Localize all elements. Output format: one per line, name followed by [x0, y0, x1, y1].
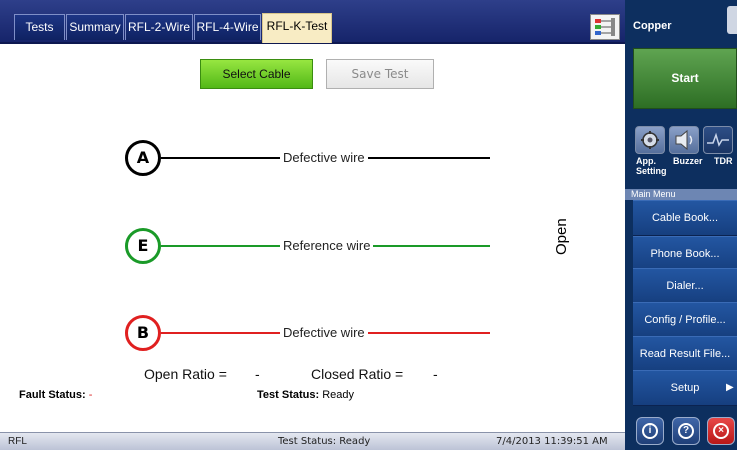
- tab-rfl-4-wire[interactable]: RFL-4-Wire: [194, 14, 261, 40]
- help-button[interactable]: ?: [672, 417, 700, 445]
- menu-config-profile[interactable]: Config / Profile...: [633, 302, 737, 338]
- start-button[interactable]: Start: [633, 48, 737, 109]
- fault-status-value: -: [88, 389, 93, 401]
- main-menu-header: Main Menu: [625, 189, 737, 200]
- tdr-label: TDR: [714, 156, 733, 166]
- statusbar-module: RFL: [8, 436, 27, 447]
- select-cable-button[interactable]: Select Cable: [200, 59, 313, 89]
- fault-status: Fault Status: -: [19, 389, 92, 401]
- battery-icon: [727, 6, 737, 34]
- open-ratio-label: Open Ratio =: [144, 366, 227, 382]
- closed-ratio-value: -: [433, 366, 438, 382]
- app-setting-label: App. Setting: [636, 156, 667, 176]
- statusbar-datetime: 7/4/2013 11:39:51 AM: [496, 436, 608, 447]
- wire-a-row: A Defective wire: [125, 140, 490, 176]
- wire-e-label: Reference wire: [280, 237, 374, 255]
- closed-ratio-label: Closed Ratio =: [311, 366, 404, 382]
- menu-cable-book[interactable]: Cable Book...: [633, 200, 737, 236]
- menu-phone-book[interactable]: Phone Book...: [633, 236, 737, 272]
- info-button[interactable]: i: [636, 417, 664, 445]
- help-icon: ?: [678, 423, 694, 439]
- test-status-value: Ready: [322, 389, 354, 401]
- menu-setup-label: Setup: [670, 382, 700, 394]
- panel-title: Copper: [633, 20, 672, 32]
- save-test-button[interactable]: Save Test: [326, 59, 434, 89]
- close-button[interactable]: ×: [707, 417, 735, 445]
- open-ratio-value: -: [255, 366, 260, 382]
- chevron-right-icon: ▶: [726, 382, 734, 393]
- test-status-label: Test Status:: [257, 389, 320, 401]
- buzzer-label: Buzzer: [673, 156, 703, 166]
- menu-read-result-file[interactable]: Read Result File...: [633, 336, 737, 372]
- open-indicator: Open: [553, 218, 570, 255]
- fault-status-label: Fault Status:: [19, 389, 86, 401]
- settings-icon[interactable]: [635, 126, 665, 154]
- close-icon: ×: [713, 423, 729, 439]
- menu-setup[interactable]: Setup ▶: [633, 370, 737, 406]
- wire-b-terminal: B: [125, 315, 161, 351]
- wire-a-label: Defective wire: [280, 149, 368, 167]
- test-status: Test Status: Ready: [257, 389, 354, 401]
- tdr-icon[interactable]: [703, 126, 733, 154]
- tab-rfl-k-test[interactable]: RFL-K-Test: [262, 13, 332, 43]
- wire-e-terminal: E: [125, 228, 161, 264]
- tab-bar: Tests Summary RFL-2-Wire RFL-4-Wire RFL-…: [0, 0, 625, 44]
- status-bar: RFL Test Status: Ready 7/4/2013 11:39:51…: [0, 432, 625, 450]
- buzzer-icon[interactable]: [669, 126, 699, 154]
- tab-tests[interactable]: Tests: [14, 14, 65, 40]
- wire-e-row: E Reference wire: [125, 228, 490, 264]
- info-icon: i: [642, 423, 658, 439]
- wire-b-row: B Defective wire: [125, 315, 490, 351]
- tab-rfl-2-wire[interactable]: RFL-2-Wire: [125, 14, 193, 40]
- wire-a-terminal: A: [125, 140, 161, 176]
- wire-b-label: Defective wire: [280, 324, 368, 342]
- tab-summary[interactable]: Summary: [66, 14, 124, 40]
- statusbar-test-status: Test Status: Ready: [278, 436, 371, 447]
- connection-map-icon[interactable]: [590, 14, 620, 40]
- menu-dialer[interactable]: Dialer...: [633, 268, 737, 304]
